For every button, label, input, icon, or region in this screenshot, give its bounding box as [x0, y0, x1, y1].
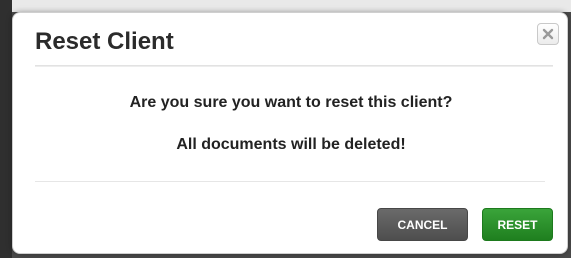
warning-message: All documents will be deleted!: [176, 136, 406, 153]
background-strip-left: [0, 0, 12, 258]
close-icon: [542, 28, 554, 40]
confirm-message: Are you sure you want to reset this clie…: [129, 94, 453, 111]
header-divider: [35, 65, 553, 67]
reset-client-dialog: Reset Client Are you sure you want to re…: [12, 12, 568, 254]
cancel-button[interactable]: CANCEL: [377, 208, 468, 241]
close-button[interactable]: [537, 23, 559, 45]
footer-divider: [35, 181, 545, 182]
dialog-title: Reset Client: [35, 28, 174, 55]
background-strip-top: [0, 0, 571, 12]
reset-button[interactable]: RESET: [482, 208, 553, 241]
